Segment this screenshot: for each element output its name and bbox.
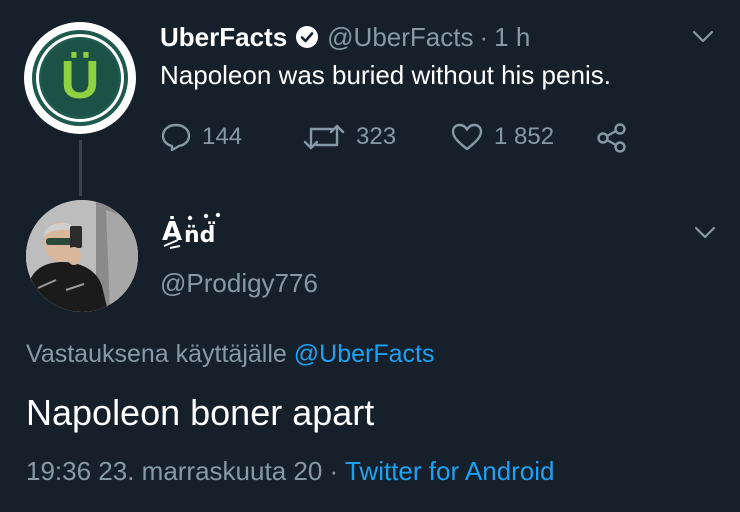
replying-to-link[interactable]: @UberFacts bbox=[294, 340, 435, 368]
display-name[interactable]: UberFacts bbox=[160, 22, 287, 53]
user-handle[interactable]: @UberFacts bbox=[327, 22, 473, 53]
uberfacts-avatar[interactable]: Ü bbox=[24, 22, 136, 134]
replying-prefix: Vastauksena käyttäjälle bbox=[26, 340, 287, 368]
reply-user-handle[interactable]: @Prodigy776 bbox=[160, 268, 318, 299]
tweet-header: UberFacts @UberFacts · 1 h bbox=[160, 20, 530, 54]
retweet-icon bbox=[303, 124, 345, 150]
retweet-count: 323 bbox=[356, 123, 397, 150]
tweet-time[interactable]: 1 h bbox=[494, 22, 530, 53]
like-count: 1 852 bbox=[494, 123, 555, 150]
svg-text:n̈d̈: n̈d̈ bbox=[184, 222, 215, 248]
reply-count: 144 bbox=[202, 123, 243, 150]
prodigy-avatar[interactable] bbox=[26, 200, 138, 312]
reply-action[interactable]: 144 bbox=[160, 120, 242, 154]
avatar-logo-letter: Ü bbox=[60, 50, 100, 110]
reply-icon bbox=[161, 123, 191, 152]
reply-metadata: 19:36 23. marraskuuta 20 · Twitter for A… bbox=[26, 456, 555, 487]
like-action[interactable]: 1 852 bbox=[450, 120, 554, 154]
separator-dot: · bbox=[329, 456, 339, 486]
thread-connector-line bbox=[79, 140, 82, 196]
tweet-text: Napoleon was buried without his penis. bbox=[160, 60, 611, 90]
chevron-down-icon[interactable] bbox=[694, 226, 716, 240]
stylized-display-name[interactable]: Ȧ n̈d̈ bbox=[160, 210, 230, 250]
share-icon[interactable] bbox=[596, 122, 628, 154]
chevron-down-icon[interactable] bbox=[692, 30, 714, 44]
source-link[interactable]: Twitter for Android bbox=[345, 456, 555, 486]
reply-text: Napoleon boner apart bbox=[26, 392, 375, 433]
like-icon bbox=[451, 123, 483, 151]
replying-to-line: Vastauksena käyttäjälle @UberFacts bbox=[26, 340, 434, 369]
verified-icon bbox=[296, 26, 319, 48]
retweet-action[interactable]: 323 bbox=[302, 120, 396, 154]
reply-timestamp[interactable]: 19:36 23. marraskuuta 20 bbox=[26, 456, 322, 486]
separator-dot: · bbox=[479, 21, 489, 52]
profile-photo bbox=[26, 200, 138, 312]
